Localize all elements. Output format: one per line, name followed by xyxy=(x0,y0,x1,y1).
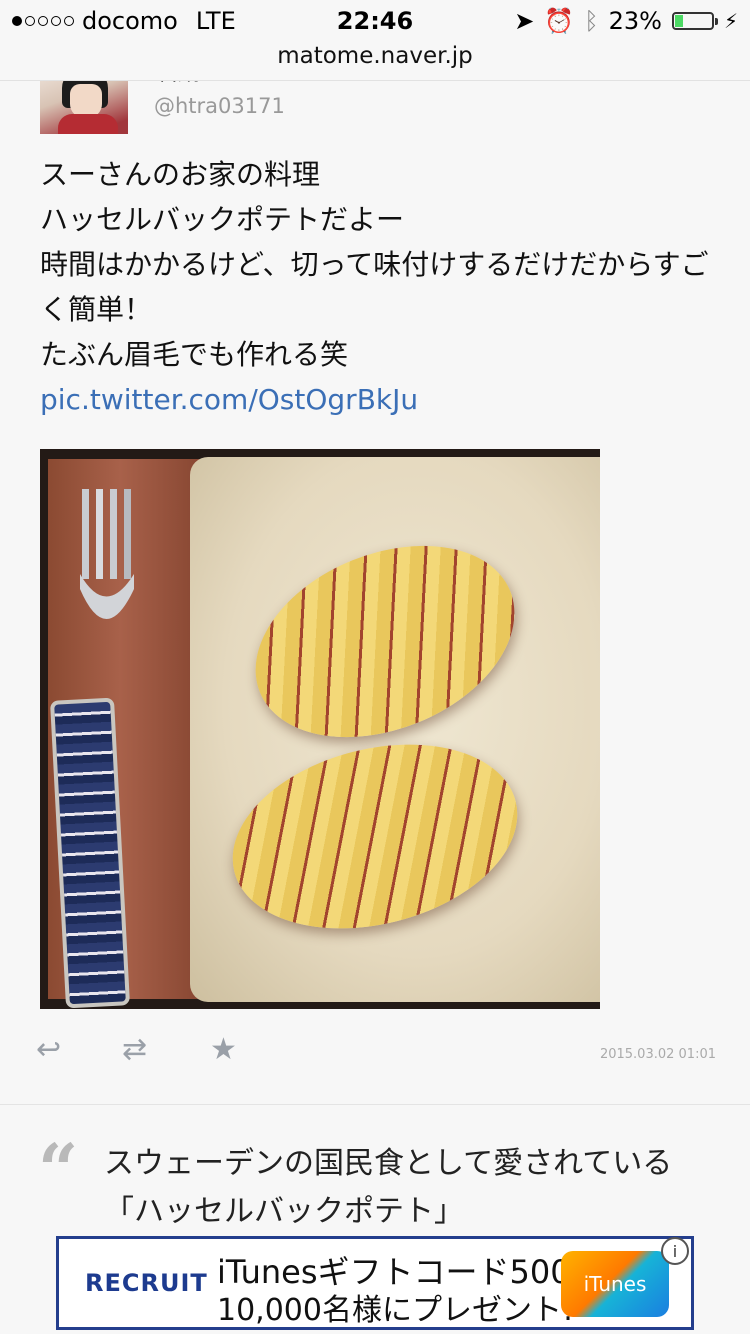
url-text: matome.naver.jp xyxy=(277,43,473,69)
tweet-line: スーさんのお家の料理 xyxy=(40,158,321,191)
ad-line-2: 10,000名様にプレゼント! xyxy=(217,1293,574,1328)
bluetooth-icon: ᛒ xyxy=(584,7,599,35)
battery-icon xyxy=(671,12,718,30)
tweet-actions: ↩ ⇄ ★ 2015.03.02 01:01 xyxy=(36,1032,716,1072)
tweet-line-text: たぶん眉毛でも作れる笑 xyxy=(40,338,349,371)
reply-icon[interactable]: ↩ xyxy=(36,1032,61,1067)
tweet-line: 時間はかかるけど、切って味付けするだけだからすごく簡単！ xyxy=(40,248,709,326)
location-arrow-icon: ➤ xyxy=(514,7,535,35)
charging-bolt-icon: ⚡ xyxy=(723,9,738,33)
status-bar: docomo LTE 22:46 ➤ ⏰ ᛒ 23% ⚡ xyxy=(0,0,750,40)
quote-mark-icon: “ xyxy=(38,1128,79,1211)
hasselback-potato-photo[interactable] xyxy=(40,449,600,1009)
quote-line: 「ハッセルバックポテト」 xyxy=(104,1194,464,1229)
star-icon[interactable]: ★ xyxy=(210,1032,237,1067)
tweet-line-last: たぶん眉毛でも作れる笑 pic.twitter.com/OstOgrBkJu xyxy=(40,332,720,422)
battery-percent: 23% xyxy=(608,7,662,35)
address-bar[interactable]: matome.naver.jp xyxy=(0,40,750,81)
quote-text: スウェーデンの国民食として愛されている 「ハッセルバックポテト」 xyxy=(104,1140,724,1236)
fork-icon xyxy=(80,489,134,619)
retweet-icon[interactable]: ⇄ xyxy=(122,1032,147,1067)
info-icon[interactable]: i xyxy=(661,1237,689,1265)
user-handle[interactable]: @htra03171 xyxy=(154,94,285,118)
status-icons: ➤ ⏰ ᛒ 23% ⚡ xyxy=(514,7,738,35)
tweet-text: スーさんのお家の料理 ハッセルバックポテトだよー 時間はかかるけど、切って味付け… xyxy=(40,152,720,422)
tweet-timestamp: 2015.03.02 01:01 xyxy=(599,1047,716,1062)
quote-line: スウェーデンの国民食として愛されている xyxy=(104,1146,673,1181)
itunes-card-icon: iTunes xyxy=(561,1251,669,1317)
tweet-line: ハッセルバックポテトだよー xyxy=(40,203,405,236)
tweet-photo-link[interactable]: pic.twitter.com/OstOgrBkJu xyxy=(40,383,418,416)
itunes-card-label: iTunes xyxy=(583,1272,647,1296)
ad-banner[interactable]: RECRUIT iTunesギフトコード500円分を 10,000名様にプレゼン… xyxy=(56,1236,694,1330)
ad-brand-logo: RECRUIT xyxy=(85,1269,208,1297)
divider xyxy=(0,1104,750,1105)
alarm-clock-icon: ⏰ xyxy=(544,7,575,35)
